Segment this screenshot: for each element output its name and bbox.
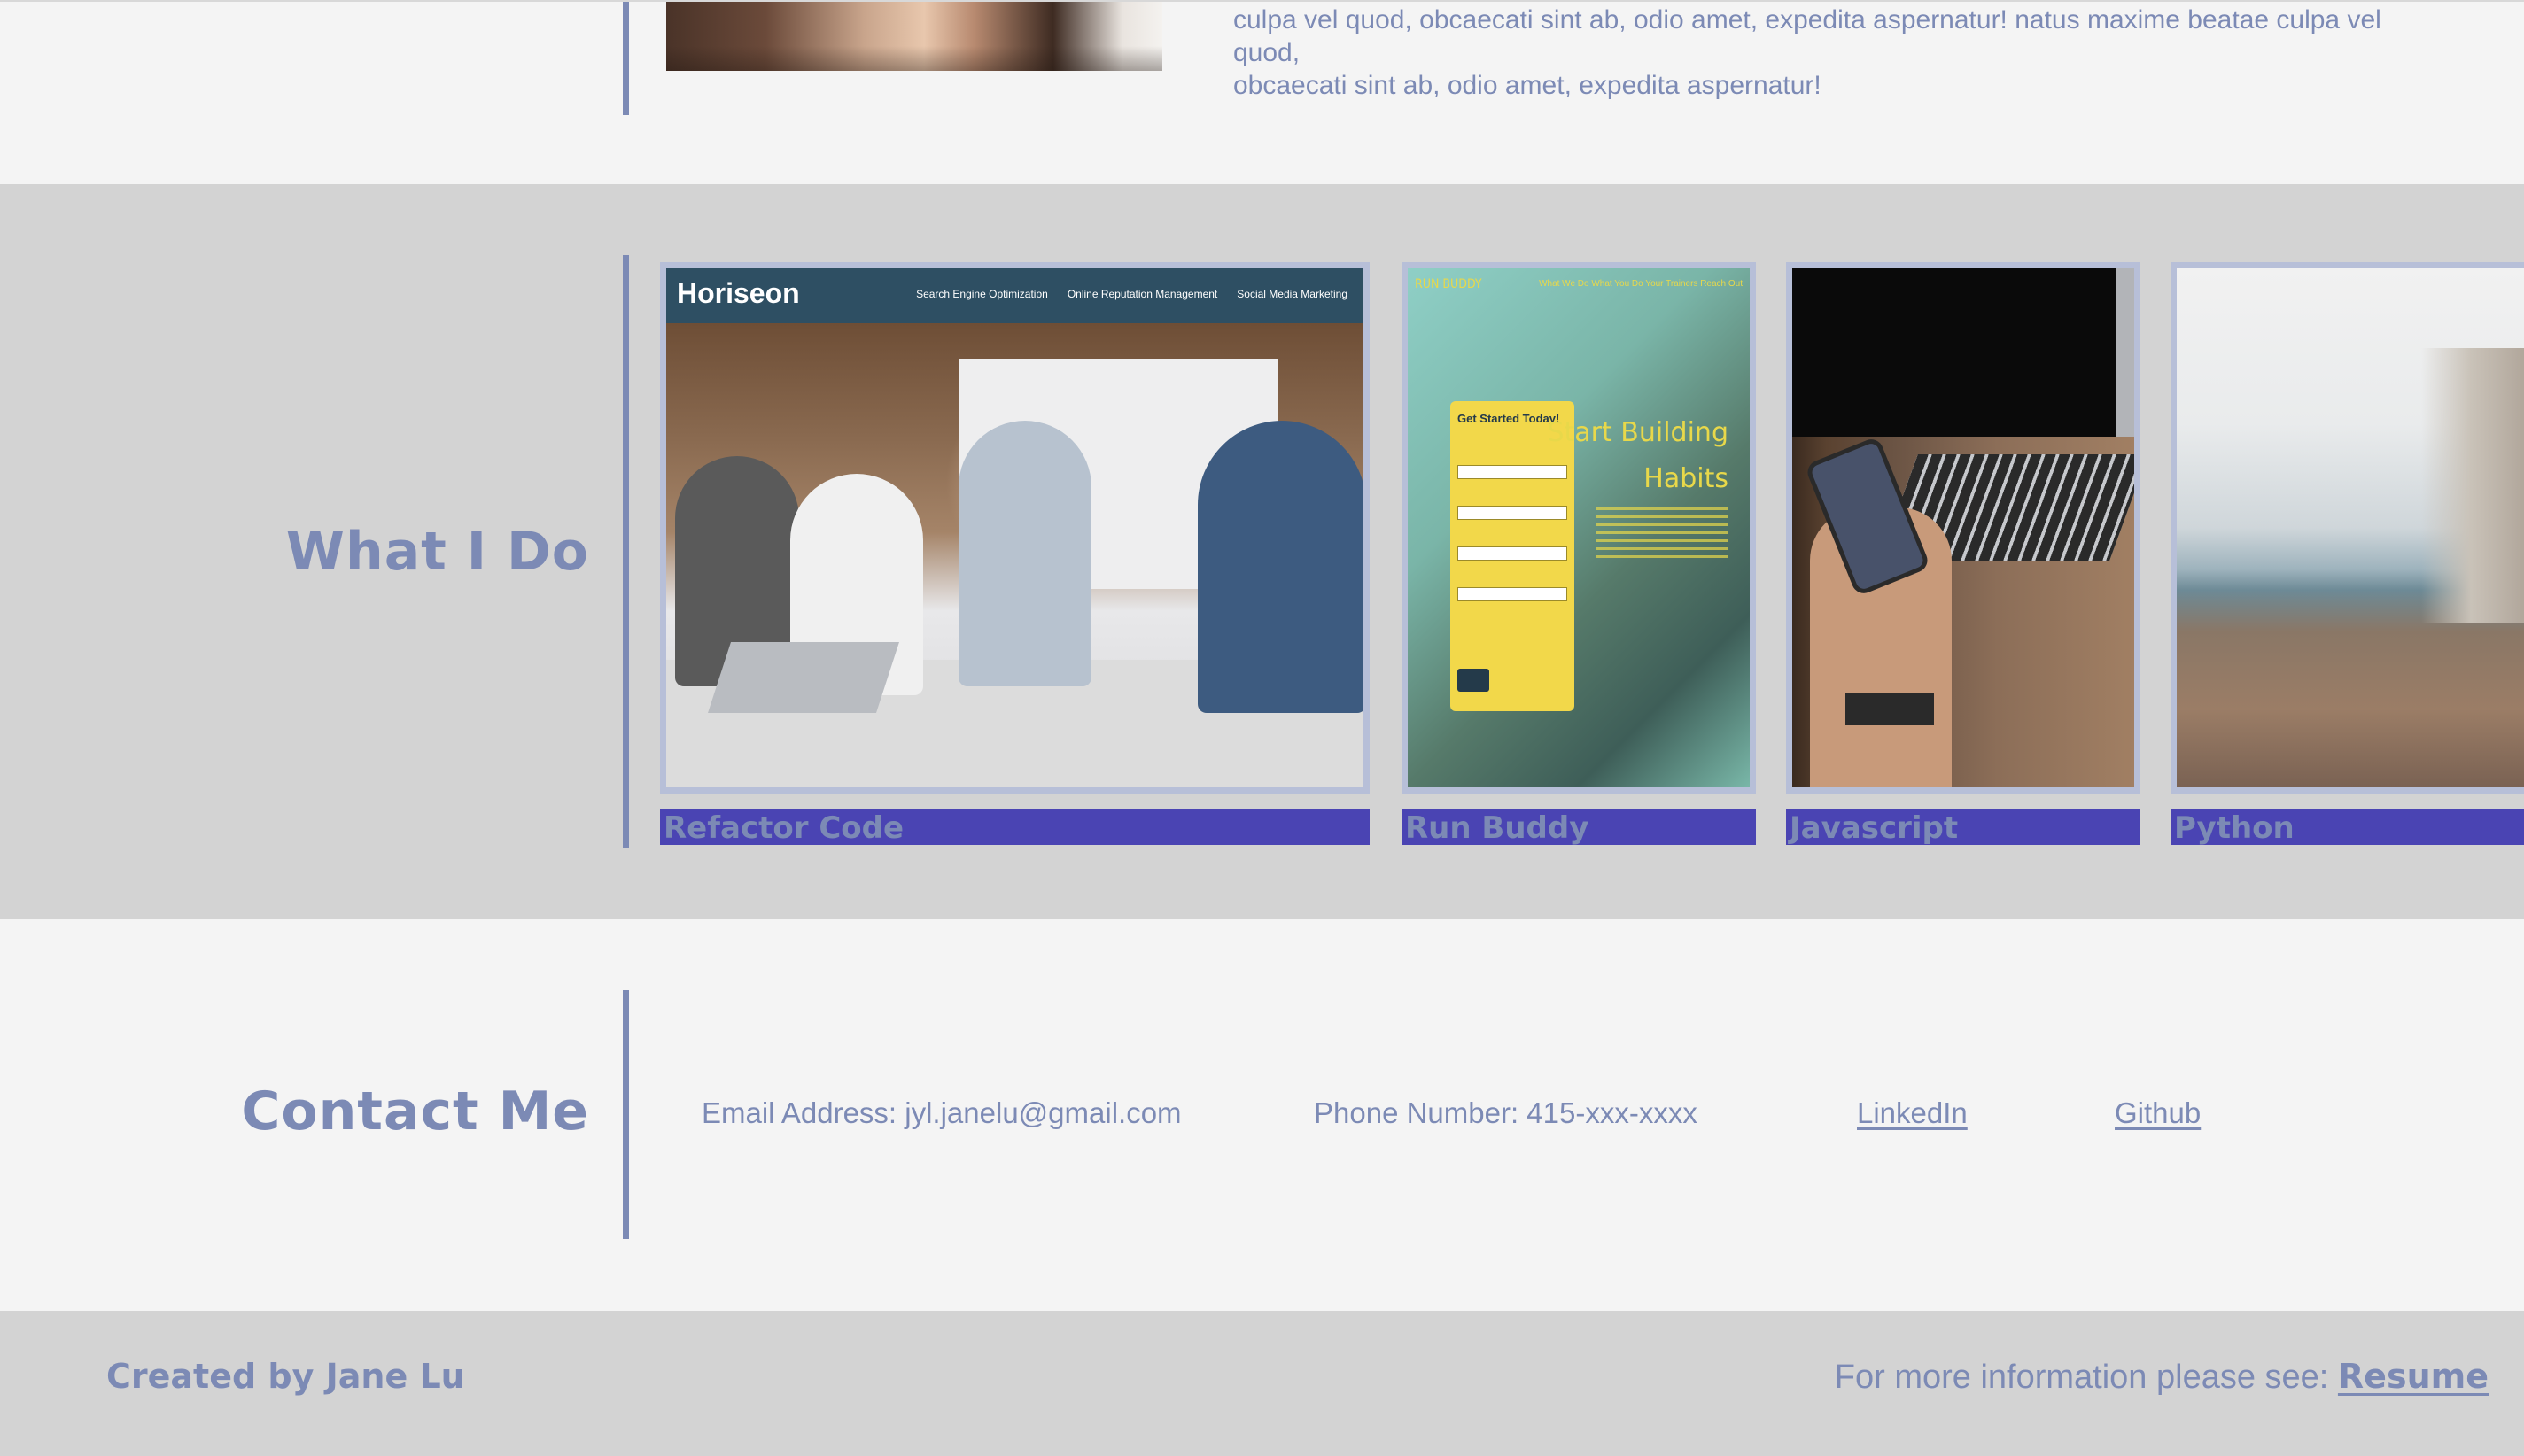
horiseon-hero-photo [666,323,1363,787]
footer-more-info: For more information please see: Resume [1835,1357,2489,1397]
form-field-shape [1457,587,1567,601]
what-i-do-section: What I Do Horiseon Search Engine Optimiz… [0,184,2524,919]
laptop-phone-photo [1792,268,2134,787]
run-buddy-headline-line-2: Habits [1643,463,1728,494]
run-buddy-blurb-lines [1596,507,1728,561]
profile-photo-shade [666,46,1162,71]
portfolio-page: culpa vel quod, obcaecati sint ab, odio … [0,0,2524,1456]
project-label-python[interactable]: Python [2171,809,2524,846]
laptop-screen-shape [1792,268,2134,437]
project-thumbnail-run-buddy[interactable]: RUN BUDDY What We Do What You Do Your Tr… [1402,262,1756,794]
resume-link[interactable]: Resume [2338,1357,2489,1396]
project-label-text: Run Buddy [1405,810,1589,846]
run-buddy-headline: Start Building Habits [1547,410,1728,502]
profile-photo [666,2,1162,71]
watch-shape [1845,693,1934,725]
about-divider-line [623,2,629,115]
horiseon-nav-orm: Online Reputation Management [1067,288,1218,300]
horiseon-nav-seo: Search Engine Optimization [916,288,1048,300]
contact-title: Contact Me [241,1080,589,1142]
cliff-shape [2421,348,2524,623]
contact-email: Email Address: jyl.janelu@gmail.com [702,1096,1182,1129]
horiseon-nav-links: Search Engine Optimization Online Reputa… [916,288,1347,300]
footer-more-info-text: For more information please see: [1834,1359,2338,1396]
project-label-refactor-code[interactable]: Refactor Code [660,809,1370,846]
beach-cliff-photo [2177,268,2524,787]
what-i-do-title: What I Do [285,521,589,583]
contact-divider-line [623,990,629,1239]
person-shape [959,421,1091,686]
project-label-text: Refactor Code [664,810,905,846]
form-field-shape [1457,546,1567,561]
page-footer: Created by Jane Lu For more information … [0,1311,2524,1456]
project-thumbnail-javascript[interactable] [1786,262,2140,794]
person-shape [1198,421,1363,713]
laptop-shape [708,642,899,713]
project-label-javascript[interactable]: Javascript [1786,809,2140,846]
project-label-text: Javascript [1790,810,1959,846]
about-text-line-2: obcaecati sint ab, odio amet, expedita a… [1233,71,1821,100]
run-buddy-screenshot: RUN BUDDY What We Do What You Do Your Tr… [1408,268,1750,787]
run-buddy-headline-line-1: Start Building [1547,417,1728,448]
horiseon-brand: Horiseon [677,277,800,309]
form-field-shape [1457,506,1567,520]
run-buddy-logo: RUN BUDDY [1415,277,1482,291]
linkedin-link[interactable]: LinkedIn [1857,1096,1968,1130]
footer-credit: Created by Jane Lu [106,1357,465,1396]
github-link[interactable]: Github [2115,1096,2201,1130]
run-buddy-nav: What We Do What You Do Your Trainers Rea… [1539,279,1743,289]
about-text: culpa vel quod, obcaecati sint ab, odio … [1233,4,2438,102]
about-text-line-1: culpa vel quod, obcaecati sint ab, odio … [1233,5,2381,67]
form-button-shape [1457,669,1489,692]
project-thumbnail-python[interactable] [2171,262,2524,794]
contact-section: Contact Me Email Address: jyl.janelu@gma… [0,919,2524,1311]
horiseon-header: Horiseon Search Engine Optimization Onli… [666,268,1363,323]
run-buddy-form-heading: Get Started Today! [1457,412,1560,425]
project-thumbnail-horiseon[interactable]: Horiseon Search Engine Optimization Onli… [660,262,1370,794]
contact-phone: Phone Number: 415-xxx-xxxx [1314,1096,1697,1129]
horiseon-nav-smm: Social Media Marketing [1237,288,1347,300]
project-label-text: Python [2174,810,2295,846]
what-i-do-divider-line [623,255,629,848]
about-section: culpa vel quod, obcaecati sint ab, odio … [0,0,2524,184]
project-label-run-buddy[interactable]: Run Buddy [1402,809,1756,846]
